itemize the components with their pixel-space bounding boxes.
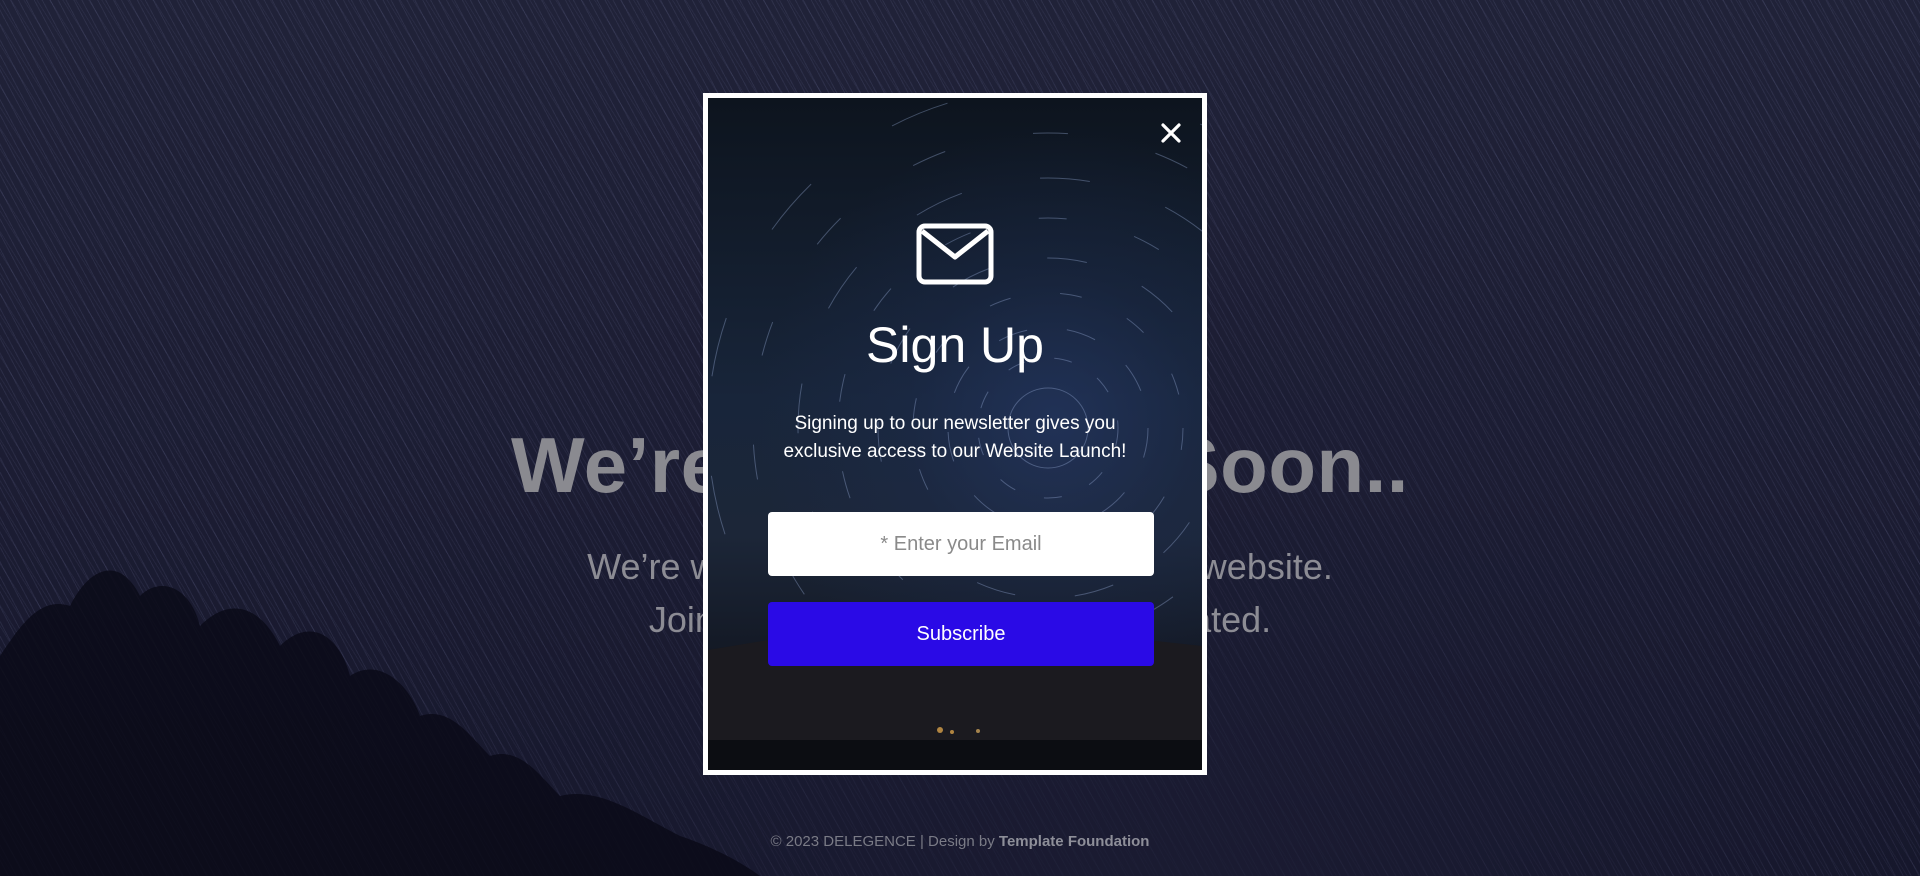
- footer-copyright: © 2023 DELEGENCE | Design by: [770, 833, 999, 850]
- signup-modal: Sign Up Signing up to our newsletter giv…: [703, 93, 1207, 775]
- close-icon: [1161, 123, 1181, 143]
- modal-title: Sign Up: [866, 317, 1044, 373]
- modal-description: Signing up to our newsletter gives you e…: [748, 410, 1162, 466]
- landing-page: We’re Launching Soon.. We’re working har…: [0, 0, 1920, 876]
- envelope-icon: [916, 223, 994, 285]
- subscribe-button[interactable]: Subscribe: [768, 602, 1154, 666]
- close-button[interactable]: [1156, 118, 1186, 148]
- modal-description-line2: exclusive access to our Website Launch!: [783, 441, 1127, 462]
- footer-credit-link[interactable]: Template Foundation: [999, 833, 1150, 850]
- footer: © 2023 DELEGENCE | Design by Template Fo…: [0, 833, 1920, 850]
- email-input[interactable]: [768, 512, 1154, 576]
- modal-description-line1: Signing up to our newsletter gives you: [794, 413, 1116, 434]
